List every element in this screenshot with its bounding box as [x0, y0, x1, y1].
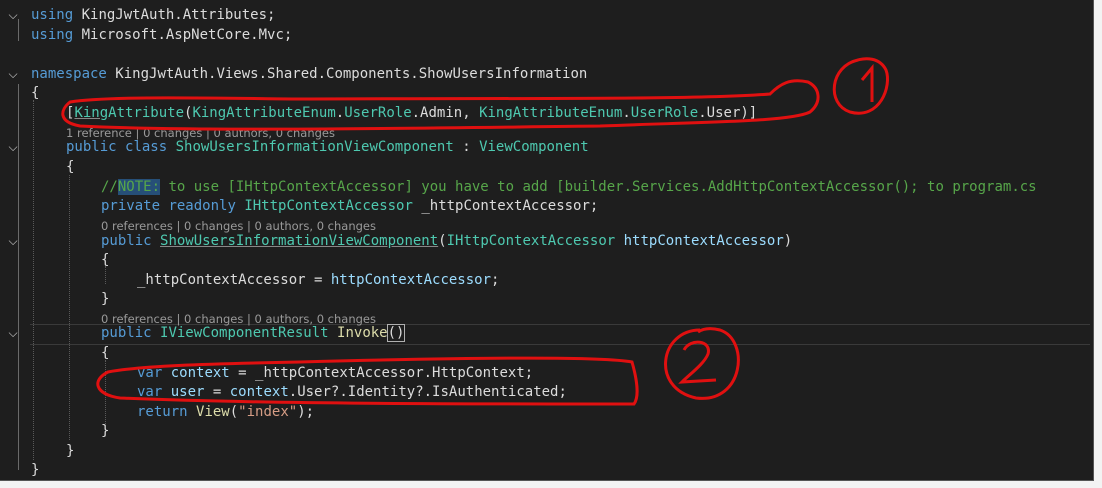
code-line: var context = _httpContextAccessor.HttpC…: [0, 364, 1093, 383]
code-line: {: [0, 251, 1093, 270]
attribute-name: Attribute: [108, 105, 185, 121]
brace: }: [101, 291, 110, 307]
method-name: Invoke: [337, 325, 388, 341]
type-name: IHttpContextAccessor: [244, 198, 413, 214]
attribute-name: King: [74, 105, 109, 121]
code-line: }: [0, 290, 1093, 309]
class-name: ShowUsersInformationViewComponent: [175, 139, 454, 155]
code-line: using Microsoft.AspNetCore.Mvc;: [0, 26, 1093, 45]
expression: _httpContextAccessor.HttpContext;: [255, 365, 534, 381]
keyword: public: [101, 325, 152, 341]
comment: to use [IHttpContextAccessor] you have t…: [160, 179, 1037, 195]
operator: =: [229, 365, 256, 381]
param-name: httpContextAccessor: [330, 272, 492, 288]
field-name: _httpContextAccessor;: [412, 198, 599, 214]
brace: }: [31, 462, 40, 478]
code-line: }: [0, 442, 1093, 461]
enum-type: KingAttributeEnum: [479, 105, 623, 121]
codelens-text[interactable]: 0 references | 0 changes | 0 authors, 0 …: [101, 219, 376, 233]
enum-member: .User)]: [698, 105, 758, 121]
paren: (): [386, 324, 406, 342]
enum-type: UserRole: [344, 105, 412, 121]
code-line: _httpContextAccessor = httpContextAccess…: [0, 271, 1093, 290]
keyword: public: [66, 139, 117, 155]
brace: {: [31, 85, 40, 101]
expression: .User?.Identity?.IsAuthenticated;: [288, 384, 567, 400]
keyword: public: [101, 233, 152, 249]
code-line: public class ShowUsersInformationViewCom…: [0, 138, 1093, 157]
namespace-name: KingJwtAuth.Attributes;: [81, 7, 276, 23]
local-variable: context: [229, 384, 289, 400]
code-line: public IViewComponentResult Invoke(): [0, 324, 1093, 343]
keyword: using: [31, 27, 74, 43]
string-literal: "index": [238, 404, 298, 420]
enum-member: .Admin,: [411, 105, 480, 121]
keyword: var: [137, 384, 163, 400]
comment: //: [101, 179, 118, 195]
code-line: }: [0, 422, 1093, 441]
return-type: IViewComponentResult: [160, 325, 329, 341]
paren: (: [229, 404, 239, 420]
brace: }: [66, 443, 75, 459]
paren: (: [438, 233, 447, 249]
keyword: readonly: [168, 198, 236, 214]
codelens[interactable]: 0 references | 0 changes | 0 authors, 0 …: [0, 219, 1093, 233]
code-line: namespace KingJwtAuth.Views.Shared.Compo…: [0, 65, 1093, 84]
operator: =: [305, 272, 331, 288]
code-line: public ShowUsersInformationViewComponent…: [0, 232, 1093, 251]
brace: {: [101, 345, 110, 361]
punct: );: [297, 404, 315, 420]
punct: :: [453, 139, 480, 155]
param-type: IHttpContextAccessor: [446, 233, 616, 249]
namespace-name: Microsoft.AspNetCore.Mvc;: [81, 27, 293, 43]
code-line: //NOTE: to use [IHttpContextAccessor] yo…: [0, 178, 1093, 197]
punct: .: [335, 105, 345, 121]
comment-note-highlight: NOTE:: [117, 179, 161, 195]
code-line: }: [0, 461, 1093, 480]
keyword: return: [137, 404, 188, 420]
code-line: {: [0, 344, 1093, 363]
local-variable: context: [170, 365, 230, 381]
base-class: ViewComponent: [479, 139, 589, 155]
local-variable: user: [170, 384, 205, 400]
field-name: _httpContextAccessor: [137, 272, 306, 288]
code-line: return View("index");: [0, 403, 1093, 422]
code-line: var user = context.User?.Identity?.IsAut…: [0, 383, 1093, 402]
paren: ): [783, 233, 793, 249]
punct: .: [622, 105, 631, 121]
code-line: using KingJwtAuth.Attributes;: [0, 6, 1093, 25]
code-line: private readonly IHttpContextAccessor _h…: [0, 197, 1093, 216]
code-line: {: [0, 158, 1093, 177]
keyword: using: [31, 7, 74, 23]
method-name: View: [196, 404, 230, 420]
enum-type: KingAttributeEnum: [192, 105, 336, 121]
keyword: var: [137, 365, 163, 381]
brace: {: [101, 252, 110, 268]
code-editor[interactable]: ⌵ ⌵ ⌵ ⌵ ⌵ using KingJwtAuth.Attributes; …: [0, 0, 1094, 481]
enum-type: UserRole: [630, 105, 699, 121]
punct: ;: [491, 272, 500, 288]
keyword: private: [101, 198, 161, 214]
code-line: [KingAttribute(KingAttributeEnum.UserRol…: [0, 104, 1093, 123]
constructor-name: ShowUsersInformationViewComponent: [160, 233, 439, 249]
param-name: httpContextAccessor: [623, 233, 784, 249]
keyword: class: [125, 139, 168, 155]
namespace-name: KingJwtAuth.Views.Shared.Components.Show…: [115, 66, 588, 82]
keyword: namespace: [31, 66, 107, 82]
operator: =: [204, 384, 230, 400]
text-caret: [404, 325, 406, 341]
brace: }: [101, 423, 110, 439]
code-line: {: [0, 84, 1093, 103]
brace: {: [66, 159, 75, 175]
